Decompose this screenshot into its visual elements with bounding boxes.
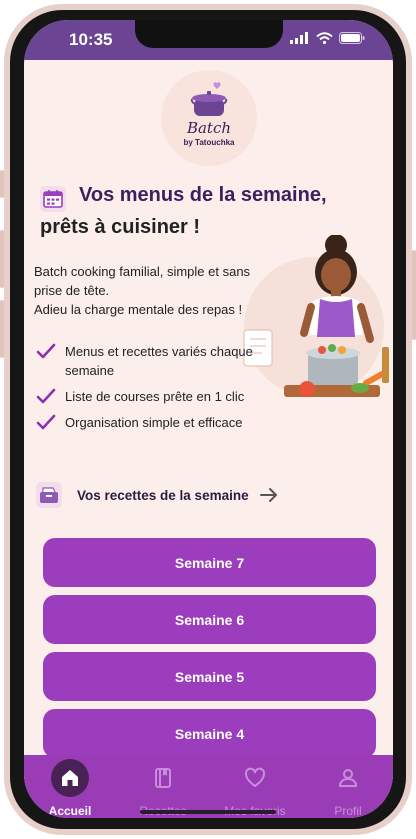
check-icon [36,388,56,404]
wifi-icon [316,32,333,44]
week-button[interactable]: Semaine 4 [43,709,376,758]
user-icon [308,767,388,789]
feature-item: Liste de courses prête en 1 clic [36,387,296,406]
bottom-nav: Accueil Recettes Mes favoris [24,755,393,818]
feature-text: Organisation simple et efficace [65,415,243,430]
nav-item-accueil[interactable]: Accueil [30,755,110,818]
nav-item-recettes[interactable]: Recettes [123,755,203,818]
status-time: 10:35 [69,30,113,49]
week-button[interactable]: Semaine 7 [43,538,376,587]
volume-up-button [0,230,4,288]
book-icon [123,767,203,789]
feature-item: Organisation simple et efficace [36,413,296,432]
status-bar: 10:35 [24,20,393,60]
feature-text: Liste de courses prête en 1 clic [65,389,245,404]
app-logo: Batch by Tatouchka [161,70,257,166]
cooking-pot-icon [190,82,228,116]
recipes-of-week-link[interactable]: Vos recettes de la semaine [36,482,279,508]
nav-item-favoris[interactable]: Mes favoris [215,755,295,818]
logo-subtitle: by Tatouchka [183,138,235,147]
nav-item-profil[interactable]: Profil [308,755,388,818]
recipe-box-icon [36,482,62,508]
app-screen: 10:35 Batch by Tatouchka Vos menus de la… [24,20,393,818]
feature-text: Menus et recettes variés chaque semaine [65,344,253,378]
features-list: Menus et recettes variés chaque semaine … [36,342,296,439]
power-button [412,250,416,340]
nav-label: Profil [334,804,362,818]
logo-title: Batch [186,119,232,137]
home-indicator [140,810,276,814]
home-icon [30,767,110,789]
arrow-right-icon [259,488,277,502]
status-icons [290,32,365,44]
mute-switch [0,170,4,198]
signal-icon [290,32,308,44]
page-title-line2: prêts à cuisiner ! [40,216,201,238]
volume-down-button [0,300,4,358]
week-button[interactable]: Semaine 6 [43,595,376,644]
feature-item: Menus et recettes variés chaque semaine [36,342,296,380]
week-button[interactable]: Semaine 5 [43,652,376,701]
notch [135,20,283,48]
calendar-icon [40,186,66,217]
recipes-link-label: Vos recettes de la semaine [77,487,249,503]
heart-icon [215,767,295,789]
check-icon [36,414,56,430]
nav-label: Accueil [48,804,92,818]
battery-icon [339,32,365,44]
page-title: Vos menus de la semaine, [79,184,327,206]
check-icon [36,343,56,359]
